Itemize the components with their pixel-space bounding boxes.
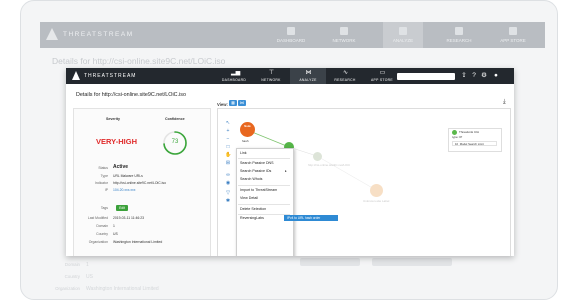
graph-node-faded[interactable] [370, 184, 383, 197]
app-store-icon: ▭ [379, 70, 386, 76]
indicator-key: Indicator [94, 181, 108, 185]
node-info-title: ThreatLink CIA [459, 130, 480, 134]
brand-name[interactable]: THREATSTREAM [84, 73, 136, 79]
background-nav-app-store: APP STORE [500, 38, 526, 43]
background-field [372, 258, 452, 266]
menu-item-reversinglabs[interactable]: ReversingLabs [240, 216, 264, 220]
background-nav-active [383, 22, 423, 48]
research-icon: ∿ [342, 70, 349, 76]
search-input[interactable] [397, 73, 455, 80]
organization-value: Washington International Limited [113, 240, 163, 244]
nav-network[interactable]: ⊤ NETWORK [253, 68, 289, 84]
brand-logo-icon[interactable] [72, 71, 80, 80]
nav-network-label: NETWORK [261, 78, 281, 82]
background-nav-dashboard: DASHBOARD [276, 38, 306, 43]
background-field [300, 258, 360, 266]
graph-node-faded-label: http://csi-online.site9C.net/LOiC [308, 163, 351, 167]
indicator-value[interactable]: http://csi-online.site9C.net/LOiC.iso [113, 181, 166, 185]
menu-divider [238, 158, 290, 159]
graph-node-faded[interactable] [313, 152, 322, 161]
menu-item-whois[interactable]: Search Whois [240, 177, 262, 181]
help-icon[interactable]: ? [470, 72, 478, 80]
model-search-label: Model Search Limit [459, 142, 484, 146]
severity-value: VERY-HIGH [96, 137, 137, 146]
background-brand: THREATSTREAM [63, 31, 134, 38]
type-key: Type [100, 174, 108, 178]
submenu-arrow-icon: ▸ [285, 169, 287, 173]
menu-item-passive-ids[interactable]: Search Passive IDs [240, 169, 271, 173]
menu-item-delete-selection[interactable]: Delete Selection [240, 207, 266, 211]
view-grid-button[interactable]: ▦ [229, 100, 237, 106]
node-info-type-value: IP [459, 135, 463, 139]
nav-research[interactable]: ∿ RESEARCH [327, 68, 363, 84]
menu-item-link[interactable]: Link [240, 151, 247, 155]
background-dashboard-icon [287, 27, 295, 35]
analyze-icon: ⋈ [305, 70, 312, 76]
submenu-tooltip[interactable]: IPv4 to URL hash order [284, 215, 338, 221]
background-row-key: Organization [55, 286, 80, 291]
background-logo-icon [46, 28, 58, 40]
nav-analyze[interactable]: ⋈ ANALYZE [290, 68, 326, 84]
menu-divider [238, 185, 290, 186]
nav-research-label: RESEARCH [334, 78, 356, 82]
node-info-type: type: IP [452, 135, 462, 139]
graph-node-main-label: Node [244, 125, 251, 128]
ip-key: IP [104, 188, 108, 192]
graph-node-main-sublabel: hash [242, 139, 249, 143]
background-nav-research: RESEARCH [446, 38, 472, 43]
ip-value[interactable]: 104.20.xxx.xxx [113, 188, 135, 192]
organization-key: Organization [88, 240, 108, 244]
menu-item-passive-dns[interactable]: Search Passive DNS [240, 161, 274, 165]
import-icon[interactable]: ⇪ [460, 72, 468, 80]
domain-value: 1 [113, 224, 115, 228]
node-info-type-label: type: [452, 135, 459, 139]
menu-item-view-detail[interactable]: View Detail [240, 196, 258, 200]
edit-tags-button[interactable]: Edit [116, 205, 128, 211]
nav-app-store[interactable]: ▭ APP STORE [364, 68, 400, 84]
status-key: Status [98, 166, 108, 170]
confidence-value: 73 [171, 139, 179, 145]
nav-app-store-label: APP STORE [371, 78, 393, 82]
background-row-key: Country [64, 274, 80, 279]
background-page-title: Details for http://csi-online.site9C.net… [52, 56, 226, 66]
background-row-value: Washington International Limited [86, 286, 159, 292]
country-value: US [113, 232, 118, 236]
background-network-icon [340, 27, 348, 35]
nav-analyze-label: ANALYZE [299, 78, 317, 82]
background-research-icon [455, 27, 463, 35]
nav-dashboard-label: DASHBOARD [221, 78, 247, 82]
dashboard-icon: ▂▅ [231, 70, 241, 76]
type-value: URL Malware URLs [113, 174, 143, 178]
view-graph-button[interactable]: ⋈ [238, 100, 246, 106]
last-modified-value: 2019-03-11 11:46:23 [113, 216, 144, 220]
background-analyze-icon [399, 27, 407, 35]
country-key: Country [96, 232, 108, 236]
background-row-value: 1 [86, 262, 89, 268]
domain-key: Domain [96, 224, 108, 228]
severity-header: Severity [106, 117, 120, 121]
background-nav-analyze: ANALYZE [392, 38, 414, 43]
background-app-store-icon [509, 27, 517, 35]
background-row-value: US [86, 274, 93, 280]
model-search-dropdown[interactable]: 10 Model Search Limit [452, 141, 497, 146]
page-title: Details for http://csi-online.site9C.net… [76, 92, 186, 98]
network-icon: ⊤ [268, 70, 275, 76]
menu-divider [238, 214, 290, 215]
user-icon[interactable]: ● [492, 72, 500, 80]
background-nav-network: NETWORK [332, 38, 356, 43]
tags-key: Tags [100, 206, 108, 210]
last-modified-key: Last Modified [87, 216, 108, 220]
settings-icon[interactable]: ⚙ [480, 72, 488, 80]
confidence-header: Confidence [165, 117, 185, 121]
main-window: THREATSTREAM ▂▅ DASHBOARD ⊤ NETWORK ⋈ AN… [66, 68, 514, 256]
nav-dashboard[interactable]: ▂▅ DASHBOARD [216, 68, 252, 84]
background-row-key: Domain [64, 262, 80, 267]
menu-divider [238, 204, 290, 205]
graph-node-faded-label: Unknown-site Label [363, 199, 390, 203]
menu-item-import[interactable]: Import to ThreatStream [240, 188, 277, 192]
status-value: Active [113, 164, 129, 170]
view-label: View: [217, 102, 228, 107]
model-search-number: 10 [455, 142, 459, 146]
export-icon[interactable]: ⤓ [503, 99, 506, 106]
